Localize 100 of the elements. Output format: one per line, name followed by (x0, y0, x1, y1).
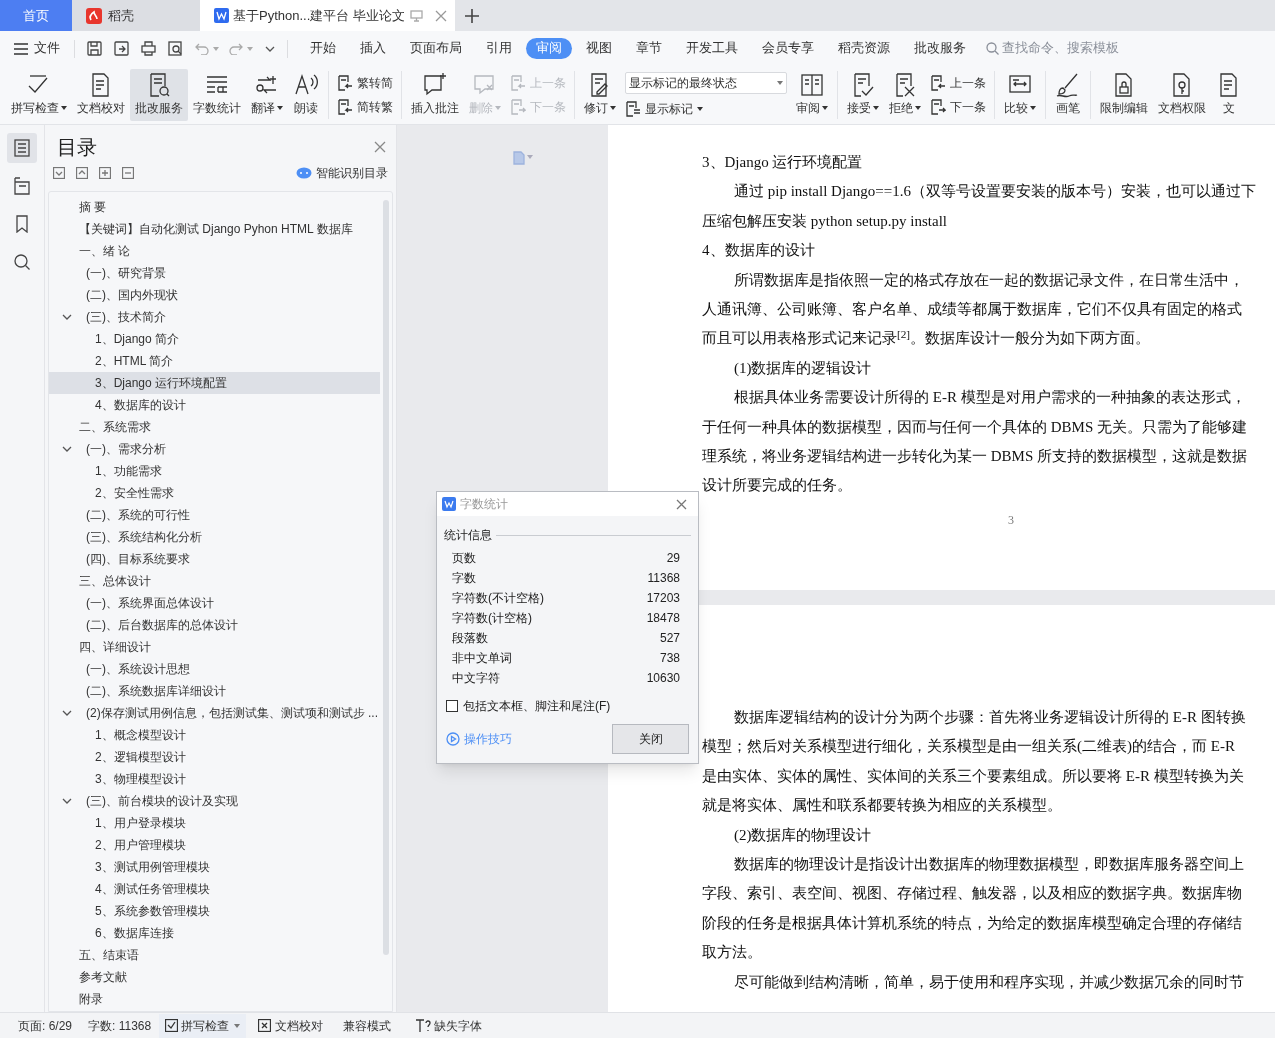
toc-item[interactable]: 附录 (49, 988, 380, 1010)
ribbon-button[interactable]: 画笔 (1050, 69, 1086, 121)
toc-item[interactable]: 摘 要 (49, 196, 380, 218)
spell-check-toggle[interactable]: 拼写检查 (159, 1013, 247, 1038)
chevron-down-icon[interactable] (62, 798, 72, 804)
ribbon-button[interactable]: 拼写检查 (6, 69, 72, 121)
chevron-down-icon[interactable] (265, 45, 275, 52)
chevron-down-icon[interactable] (62, 446, 72, 452)
toc-item[interactable]: 5、系统参数管理模块 (49, 900, 380, 922)
toc-item[interactable]: 2、逻辑模型设计 (49, 746, 380, 768)
proofread-button[interactable]: 文档校对 (246, 1016, 336, 1035)
close-icon[interactable] (374, 141, 386, 153)
ribbon-button[interactable]: 限制编辑 (1095, 69, 1153, 121)
ribbon-small-button[interactable]: 繁转简 (337, 74, 393, 92)
toc-item[interactable]: (二)、国内外现状 (49, 284, 380, 306)
include-checkbox[interactable]: 包括文本框、脚注和尾注(F) (437, 697, 698, 715)
display-mode-dropdown[interactable]: 显示标记的最终状态 (625, 72, 787, 94)
toc-item[interactable]: 6、数据库连接 (49, 922, 380, 944)
menu-tab[interactable]: 插入 (350, 38, 396, 59)
toc-item[interactable]: (二)、系统的可行性 (49, 504, 380, 526)
print-icon[interactable] (141, 41, 156, 56)
toc-item[interactable]: (2)保存测试用例信息，包括测试集、测试项和测试步 ... (49, 702, 380, 724)
ribbon-button[interactable]: 文档校对 (72, 69, 130, 121)
toc-item[interactable]: (二)、系统数据库详细设计 (49, 680, 380, 702)
ribbon-button[interactable]: 翻译 (246, 69, 288, 121)
minus-icon[interactable] (122, 167, 134, 179)
preview-icon[interactable] (168, 41, 183, 56)
menu-tab[interactable]: 批改服务 (904, 38, 976, 59)
ribbon-button[interactable]: 字数统计 (188, 69, 246, 121)
export-icon[interactable] (114, 41, 129, 56)
ribbon-small-button[interactable]: 下一条 (930, 98, 986, 116)
checkbox[interactable] (446, 700, 458, 712)
ribbon-small-button[interactable]: 简转繁 (337, 98, 393, 116)
collapse-all-icon[interactable] (53, 167, 65, 179)
save-icon[interactable] (87, 41, 102, 56)
toc-item[interactable]: (一)、研究背景 (49, 262, 380, 284)
chevron-down-icon[interactable] (62, 710, 72, 716)
close-icon[interactable] (676, 498, 687, 510)
app-tab[interactable]: 稻壳 (72, 0, 200, 31)
ribbon-button[interactable]: 拒绝 (884, 69, 926, 121)
toc-item[interactable]: (一)、需求分析 (49, 438, 380, 460)
toc-item[interactable]: (三)、系统结构化分析 (49, 526, 380, 548)
ribbon-button[interactable]: 朗读 (288, 69, 324, 121)
close-icon[interactable] (435, 9, 447, 22)
menu-tab[interactable]: 引用 (476, 38, 522, 59)
menu-tab[interactable]: 开始 (300, 38, 346, 59)
show-markup-button[interactable]: 显示标记 (625, 100, 787, 118)
toc-item[interactable]: 4、测试任务管理模块 (49, 878, 380, 900)
toc-item[interactable]: 五、结束语 (49, 944, 380, 966)
toc-item[interactable]: 四、详细设计 (49, 636, 380, 658)
toc-item[interactable]: 3、Django 运行环境配置 (49, 372, 380, 394)
file-menu[interactable]: 文件 (8, 35, 66, 62)
toc-item[interactable]: (一)、系统设计思想 (49, 658, 380, 680)
toc-item[interactable]: 2、安全性需求 (49, 482, 380, 504)
ribbon-button[interactable]: 修订 (579, 69, 621, 121)
toc-item[interactable]: 3、测试用例管理模块 (49, 856, 380, 878)
menu-tab[interactable]: 稻壳资源 (828, 38, 900, 59)
menu-tab[interactable]: 会员专享 (752, 38, 824, 59)
toc-item[interactable]: 1、Django 简介 (49, 328, 380, 350)
toc-item[interactable]: 三、总体设计 (49, 570, 380, 592)
toc-item[interactable]: 二、系统需求 (49, 416, 380, 438)
ribbon-button[interactable]: 文 (1211, 69, 1247, 121)
toc-item[interactable]: 参考文献 (49, 966, 380, 988)
toc-item[interactable]: 2、用户管理模块 (49, 834, 380, 856)
ribbon-button[interactable]: 接受 (842, 69, 884, 121)
missing-font-button[interactable]: 缺失字体 (399, 1016, 499, 1035)
close-button[interactable]: 关闭 (612, 724, 689, 754)
plus-icon[interactable] (465, 8, 479, 23)
expand-up-icon[interactable] (76, 167, 88, 179)
ribbon-small-button[interactable]: 上一条 (930, 74, 986, 92)
toc-item[interactable]: 一、绪 论 (49, 240, 380, 262)
toc-item[interactable]: (四)、目标系统要求 (49, 548, 380, 570)
sidebar-tool-button[interactable] (7, 133, 37, 163)
search-field[interactable]: 查找命令、搜索模板 (986, 39, 1142, 58)
ribbon-button[interactable]: 批改服务 (130, 69, 188, 121)
chevron-down-icon[interactable] (62, 314, 72, 320)
ribbon-button[interactable]: 文档权限 (1153, 69, 1211, 121)
toc-item[interactable]: 【关键词】自动化测试 Django Pyhon HTML 数据库 (49, 218, 380, 240)
scrollbar-thumb[interactable] (383, 200, 389, 955)
document-tab[interactable]: 基于Python...建平台 毕业论文 (200, 0, 455, 31)
menu-tab[interactable]: 开发工具 (676, 38, 748, 59)
toc-item[interactable]: 1、概念模型设计 (49, 724, 380, 746)
toc-item[interactable]: 2、HTML 简介 (49, 350, 380, 372)
toc-item[interactable]: 1、用户登录模块 (49, 812, 380, 834)
ribbon-button[interactable]: 比较 (999, 69, 1041, 121)
ribbon-button[interactable]: 插入批注 (406, 69, 464, 121)
toc-item[interactable]: (二)、后台数据库的总体设计 (49, 614, 380, 636)
ribbon-button[interactable]: 审阅 (791, 69, 833, 121)
toc-item[interactable]: 4、数据库的设计 (49, 394, 380, 416)
toc-item[interactable]: 3、物理模型设计 (49, 768, 380, 790)
home-tab[interactable]: 首页 (0, 0, 72, 31)
toc-item[interactable]: (三)、技术简介 (49, 306, 380, 328)
toc-item[interactable]: (三)、前台模块的设计及实现 (49, 790, 380, 812)
menu-tab[interactable]: 章节 (626, 38, 672, 59)
menu-tab[interactable]: 页面布局 (400, 38, 472, 59)
toc-item[interactable]: 1、功能需求 (49, 460, 380, 482)
smart-toc-button[interactable]: 智能识别目录 (296, 164, 388, 182)
menu-tab[interactable]: 视图 (576, 38, 622, 59)
toc-item[interactable]: (一)、系统界面总体设计 (49, 592, 380, 614)
plus-icon[interactable] (99, 167, 111, 179)
